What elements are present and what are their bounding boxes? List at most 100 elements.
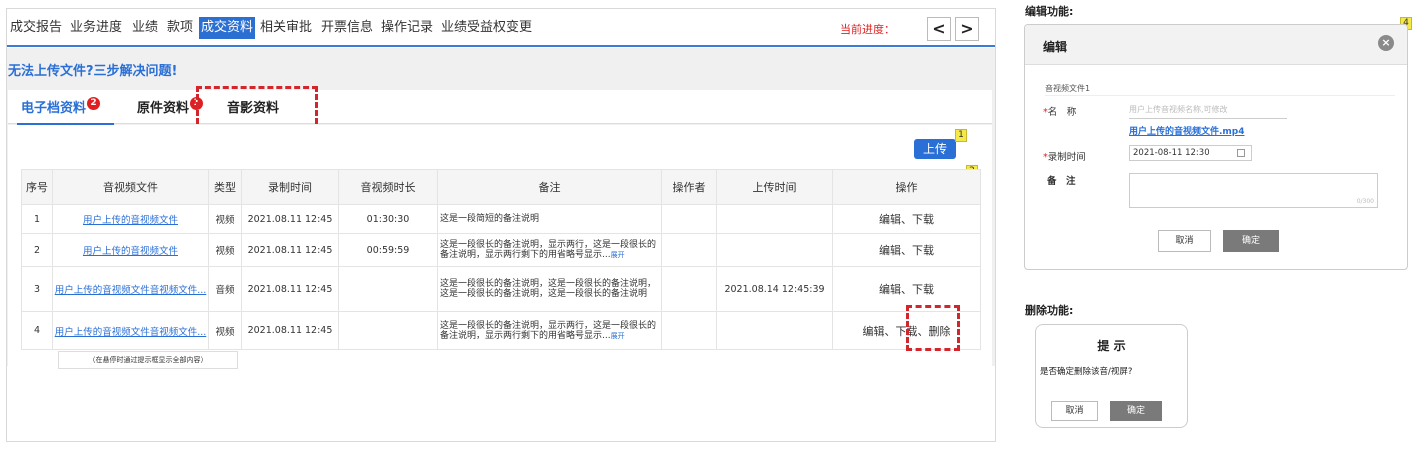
operator: [661, 204, 717, 234]
row-no: 2: [21, 233, 53, 267]
audio-video-table: 序号 音视频文件 类型 录制时间 音视频时长 备注 操作者 上传时间 操作 1 …: [21, 169, 981, 350]
tab-label: 原件资料: [137, 101, 190, 116]
table-row: 2 用户上传的音视频文件 视频 2021.08.11 12:45 00:59:5…: [21, 233, 981, 267]
table-header-row: 序号 音视频文件 类型 录制时间 音视频时长 备注 操作者 上传时间 操作: [21, 169, 981, 205]
file-link[interactable]: 用户上传的音视频文件: [52, 233, 209, 267]
count-badge: 2: [87, 97, 101, 110]
nav-item-payments[interactable]: 款项: [167, 17, 193, 39]
nav-item-business-progress[interactable]: 业务进度: [70, 17, 122, 39]
edit-confirm-button[interactable]: 确定: [1223, 230, 1279, 252]
edit-dialog-title: 编辑: [1043, 40, 1068, 54]
nav-item-deal-report[interactable]: 成交报告: [10, 17, 62, 39]
uploaded-file-link[interactable]: 用户上传的音视频文件.mp4: [1129, 124, 1245, 137]
remark: 这是一段很长的备注说明，显示两行，这是一段很长的备注说明，显示两行剩下的用省略号…: [437, 311, 662, 350]
delete-confirm-button[interactable]: 确定: [1110, 401, 1162, 421]
table-row: 3 用户上传的音视频文件音视频文件... 音频 2021.08.11 12:45…: [21, 266, 981, 312]
duration: [338, 311, 438, 350]
upload-time: [716, 233, 833, 267]
remark-label: 备 注: [1047, 176, 1076, 187]
hover-tooltip-note: （在悬停时通过提示框显示全部内容）: [58, 351, 238, 369]
file-link[interactable]: 用户上传的音视频文件音视频文件...: [52, 311, 209, 350]
expand-link[interactable]: 展开: [611, 332, 625, 340]
record-time: 2021.08.11 12:45: [241, 311, 339, 350]
col-header-duration: 音视频时长: [338, 169, 438, 205]
row-no: 4: [21, 311, 53, 350]
col-header-operator: 操作者: [661, 169, 717, 205]
file-caption: 音视频文件1: [1045, 84, 1091, 93]
record-time-value: 2021-08-11 12:30: [1133, 148, 1210, 158]
row-actions[interactable]: 编辑、下载: [832, 233, 981, 267]
prev-arrow-button[interactable]: <: [927, 17, 951, 41]
remark-textarea[interactable]: 0/300: [1129, 173, 1378, 208]
row-actions[interactable]: 编辑、下载: [832, 204, 981, 234]
file-type: 音频: [208, 266, 242, 312]
edit-cancel-button[interactable]: 取消: [1158, 230, 1211, 252]
name-label: *名 称: [1043, 104, 1076, 118]
record-time: 2021.08.11 12:45: [241, 233, 339, 267]
delete-message: 是否确定删除该音/视屏?: [1040, 367, 1133, 377]
current-progress-label: 当前进度：: [840, 23, 895, 36]
record-time-picker[interactable]: 2021-08-11 12:30: [1129, 145, 1252, 161]
char-counter: 0/300: [1356, 198, 1374, 205]
note-marker-1: 1: [955, 129, 967, 142]
delete-confirm-dialog: 提 示 是否确定删除该音/视屏? 取消 确定: [1035, 324, 1188, 428]
close-icon[interactable]: ×: [1378, 35, 1394, 51]
nav-item-deal-materials[interactable]: 成交资料: [199, 17, 256, 39]
nav-item-invoice[interactable]: 开票信息: [321, 17, 373, 39]
highlight-box-delete: [906, 305, 960, 351]
file-link[interactable]: 用户上传的音视频文件: [52, 204, 209, 234]
record-time: 2021.08.11 12:45: [241, 204, 339, 234]
record-time-label: *录制时间: [1043, 149, 1086, 163]
row-no: 1: [21, 204, 53, 234]
upload-help-link[interactable]: 无法上传文件?三步解决问题!: [8, 60, 177, 79]
name-input[interactable]: 用户上传音视频名称,可修改: [1129, 103, 1287, 119]
nav-item-performance[interactable]: 业绩: [132, 17, 158, 39]
nav-item-operation-log[interactable]: 操作记录: [381, 17, 433, 39]
edit-dialog: 编辑 × 音视频文件1 *名 称 用户上传音视频名称,可修改 用户上传的音视频文…: [1024, 24, 1408, 270]
edit-dialog-header: 编辑 ×: [1025, 25, 1407, 65]
delete-dialog-title: 提 示: [1097, 339, 1126, 353]
col-header-no: 序号: [21, 169, 53, 205]
duration: 00:59:59: [338, 233, 438, 267]
remark-text: 这是一段很长的备注说明，这是一段很长的备注说明，这是一段很长的备注说明，这是一段…: [440, 279, 657, 299]
col-header-ops: 操作: [832, 169, 981, 205]
remark: 这是一段简短的备注说明: [437, 204, 662, 234]
upload-button[interactable]: 上传: [914, 139, 956, 159]
col-header-type: 类型: [208, 169, 242, 205]
col-header-file: 音视频文件: [52, 169, 209, 205]
remark: 这是一段很长的备注说明，这是一段很长的备注说明，这是一段很长的备注说明，这是一段…: [437, 266, 662, 312]
name-label-text: 名 称: [1047, 107, 1077, 118]
col-header-upload-time: 上传时间: [716, 169, 833, 205]
duration: [338, 266, 438, 312]
upload-time: [716, 204, 833, 234]
top-navigation: 成交报告 业务进度 业绩 款项 成交资料 相关审批 开票信息 操作记录 业绩受益…: [7, 9, 995, 47]
operator: [661, 311, 717, 350]
remark-text: 这是一段简短的备注说明: [440, 214, 540, 224]
file-link[interactable]: 用户上传的音视频文件音视频文件...: [52, 266, 209, 312]
divider: [1045, 95, 1395, 96]
file-type: 视频: [208, 204, 242, 234]
operator: [661, 233, 717, 267]
operator: [661, 266, 717, 312]
delete-cancel-button[interactable]: 取消: [1051, 401, 1098, 421]
nav-item-benefit-change[interactable]: 业绩受益权变更: [441, 17, 532, 39]
material-tabs: 电子档资料 2 原件资料 1 音影资料: [8, 90, 992, 125]
file-type: 视频: [208, 233, 242, 267]
file-type: 视频: [208, 311, 242, 350]
remark: 这是一段很长的备注说明，显示两行，这是一段很长的备注说明，显示两行剩下的用省略号…: [437, 233, 662, 267]
edit-section-title: 编辑功能:: [1025, 5, 1074, 18]
tab-label: 电子档资料: [21, 101, 87, 116]
expand-link[interactable]: 展开: [611, 251, 625, 259]
duration: 01:30:30: [338, 204, 438, 234]
nav-item-approvals[interactable]: 相关审批: [260, 17, 312, 39]
delete-section-title: 删除功能:: [1025, 304, 1074, 317]
upload-time: 2021.08.14 12:45:39: [716, 266, 833, 312]
next-arrow-button[interactable]: >: [955, 17, 979, 41]
table-row: 1 用户上传的音视频文件 视频 2021.08.11 12:45 01:30:3…: [21, 204, 981, 234]
tab-electronic-docs[interactable]: 电子档资料 2: [16, 97, 115, 125]
col-header-remark: 备注: [437, 169, 662, 205]
col-header-rec-time: 录制时间: [241, 169, 339, 205]
upload-time: [716, 311, 833, 350]
tab-original-docs[interactable]: 原件资料 1: [137, 97, 204, 116]
row-no: 3: [21, 266, 53, 312]
